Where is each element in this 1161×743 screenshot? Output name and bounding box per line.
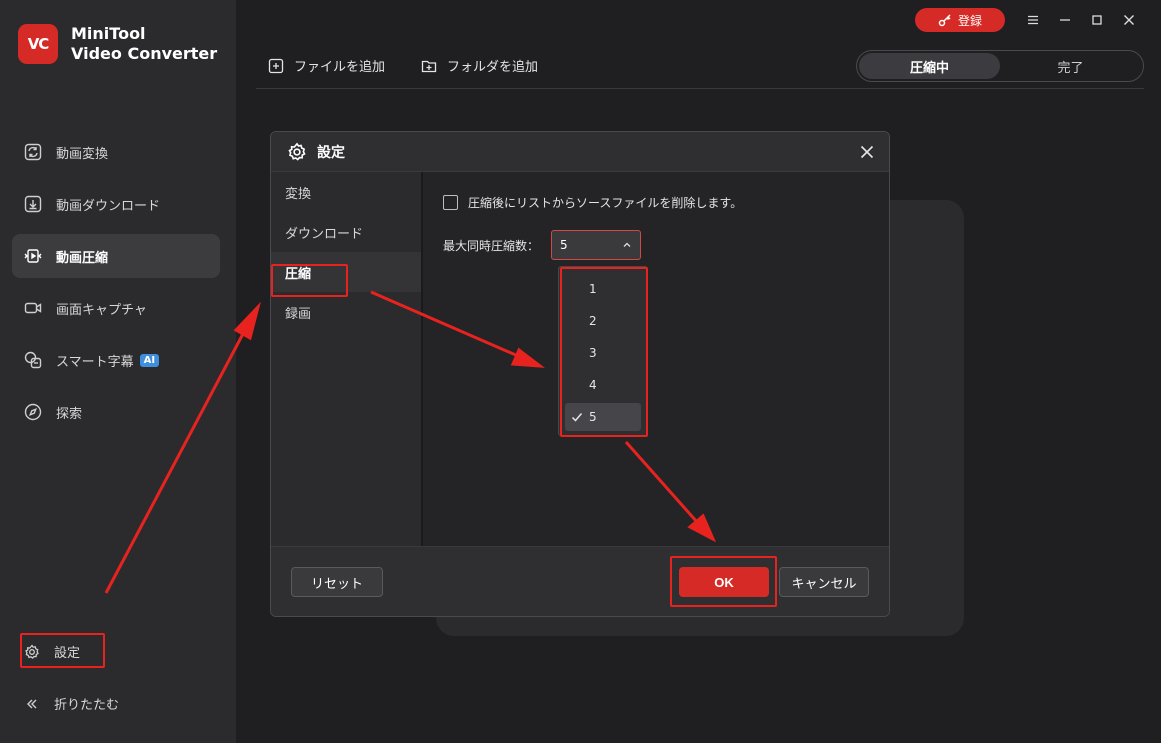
sidebar-item-label: スマート字幕: [56, 354, 134, 370]
maximize-icon: [1092, 15, 1102, 25]
compress-icon: [24, 249, 42, 263]
download-icon: [24, 195, 42, 213]
dropdown-option-selected[interactable]: 5: [565, 403, 641, 431]
gear-icon: [25, 643, 39, 659]
delete-source-label: 圧縮後にリストからソースファイルを削除します。: [468, 196, 743, 210]
dropdown-option[interactable]: 4: [565, 371, 641, 399]
ai-badge: AI: [139, 353, 160, 367]
dialog-tab-compress[interactable]: 圧縮: [271, 252, 421, 292]
max-concurrent-row: 最大同時圧縮数： 5: [443, 230, 642, 260]
sidebar-item-explore[interactable]: 探索: [12, 390, 220, 434]
sidebar-item-smart-subtitle[interactable]: スマート字幕 AI: [12, 338, 220, 382]
close-icon: [860, 145, 874, 159]
dialog-header: 設定: [271, 132, 889, 172]
sidebar-item-video-convert[interactable]: 動画変換: [12, 130, 220, 174]
minimize-button[interactable]: [1049, 8, 1081, 32]
dropdown-option[interactable]: 2: [565, 307, 641, 335]
sidebar-item-label: 動画変換: [56, 146, 109, 162]
sidebar-item-label: 画面キャプチャ: [56, 302, 147, 318]
maximize-button[interactable]: [1081, 8, 1113, 32]
ok-button[interactable]: OK: [679, 567, 769, 597]
app-name-line2: Video Converter: [71, 44, 218, 63]
dialog-tab-record[interactable]: 録画: [271, 292, 421, 332]
dialog-tab-download[interactable]: ダウンロード: [271, 212, 421, 252]
dropdown-option[interactable]: 1: [565, 275, 641, 303]
register-button[interactable]: 登録: [915, 8, 1005, 32]
toolbar: ファイルを追加 フォルダを追加: [268, 56, 574, 75]
add-folder-label: フォルダを追加: [447, 60, 539, 75]
status-tabs: 圧縮中 完了: [856, 50, 1144, 82]
add-folder-button[interactable]: フォルダを追加: [421, 56, 538, 75]
add-file-icon: [268, 58, 284, 73]
dialog-content: 圧縮後にリストからソースファイルを削除します。 最大同時圧縮数： 5: [425, 172, 889, 547]
selected-option-label: 5: [589, 410, 597, 424]
brand: VC MiniTool Video Converter: [18, 24, 217, 64]
tab-done[interactable]: 完了: [1000, 53, 1141, 79]
sidebar-item-screen-capture[interactable]: 画面キャプチャ: [12, 286, 220, 330]
key-icon: [938, 14, 951, 27]
dialog-footer: リセット OK キャンセル: [271, 546, 889, 616]
delete-source-option[interactable]: 圧縮後にリストからソースファイルを削除します。: [443, 194, 742, 211]
gear-icon: [288, 142, 306, 161]
collapse-button[interactable]: 折りたたむ: [24, 694, 119, 713]
hamburger-icon: [1028, 15, 1038, 25]
max-concurrent-dropdown: 1 2 3 4 5: [558, 266, 648, 436]
app-name-line1: MiniTool: [71, 24, 146, 43]
convert-icon: [24, 143, 42, 161]
reset-button[interactable]: リセット: [291, 567, 383, 597]
settings-label: 設定: [54, 646, 81, 661]
annotation-arrowhead-1: [233, 301, 261, 341]
toolbar-divider: [256, 88, 1144, 89]
app-window: VC MiniTool Video Converter 動画変換 動画ダウンロー…: [0, 0, 1161, 743]
checkmark-icon: [571, 413, 583, 422]
app-logo: VC: [18, 24, 58, 64]
sidebar-item-video-download[interactable]: 動画ダウンロード: [12, 182, 220, 226]
dialog-tab-convert[interactable]: 変換: [271, 172, 421, 212]
menu-button[interactable]: [1017, 8, 1049, 32]
sidebar-nav: 動画変換 動画ダウンロード 動画圧縮 画面キャプチャ スマート字幕 AI 探索: [12, 130, 220, 442]
sidebar-item-label: 動画圧縮: [56, 250, 109, 266]
sidebar-item-label: 動画ダウンロード: [56, 198, 161, 214]
camera-icon: [24, 302, 42, 314]
collapse-label: 折りたたむ: [54, 698, 120, 713]
max-concurrent-select[interactable]: 5: [551, 230, 642, 260]
cancel-button[interactable]: キャンセル: [779, 567, 869, 597]
max-concurrent-label: 最大同時圧縮数：: [443, 238, 540, 253]
chevron-up-icon: [623, 242, 631, 247]
max-concurrent-value: 5: [560, 238, 568, 252]
close-icon: [1124, 15, 1134, 25]
dropdown-option[interactable]: 3: [565, 339, 641, 367]
minimize-icon: [1060, 19, 1070, 21]
sidebar-item-label: 探索: [56, 406, 83, 422]
register-label: 登録: [957, 13, 982, 28]
close-window-button[interactable]: [1113, 8, 1145, 32]
tab-compressing[interactable]: 圧縮中: [859, 53, 1000, 79]
compass-icon: [24, 403, 42, 421]
add-file-button[interactable]: ファイルを追加: [268, 56, 385, 75]
dialog-close-button[interactable]: [857, 142, 877, 162]
sidebar: VC MiniTool Video Converter 動画変換 動画ダウンロー…: [0, 0, 236, 743]
settings-button[interactable]: 設定: [24, 642, 80, 661]
subtitle-icon: [24, 351, 42, 369]
dialog-title: 設定: [317, 144, 345, 161]
app-name: MiniTool Video Converter: [71, 24, 217, 64]
sidebar-item-video-compress[interactable]: 動画圧縮: [12, 234, 220, 278]
delete-source-checkbox[interactable]: [443, 195, 458, 210]
titlebar: 登録: [915, 8, 1145, 32]
double-chevron-left-icon: [27, 699, 37, 708]
add-folder-icon: [421, 60, 437, 72]
add-file-label: ファイルを追加: [294, 60, 386, 75]
dialog-sidebar: 変換 ダウンロード 圧縮 録画: [271, 172, 423, 547]
